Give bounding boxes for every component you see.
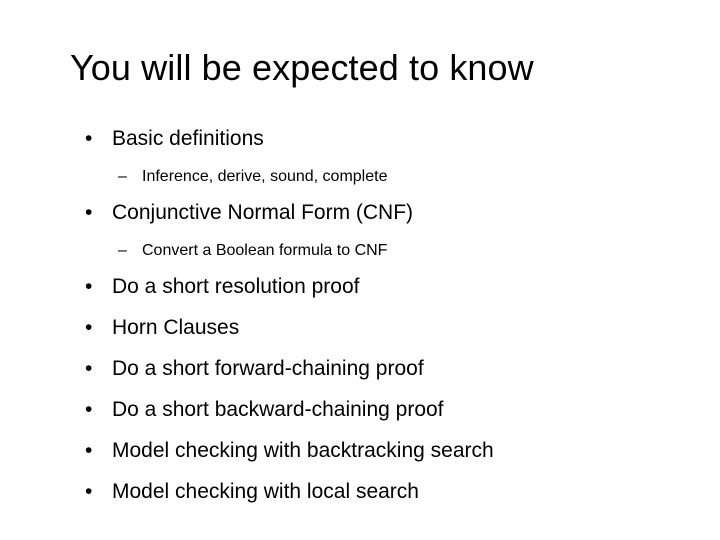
bullet-item: • Do a short resolution proof bbox=[0, 274, 720, 315]
bullet-item: • Do a short forward-chaining proof bbox=[0, 356, 720, 397]
bullet-dot-icon: • bbox=[85, 275, 93, 298]
bullet-dot-icon: • bbox=[85, 439, 93, 462]
slide-title: You will be expected to know bbox=[70, 47, 534, 88]
bullet-item: • Horn Clauses bbox=[0, 315, 720, 356]
bullet-dot-icon: • bbox=[85, 316, 93, 339]
sub-bullet-item: – Convert a Boolean formula to CNF bbox=[0, 241, 720, 274]
bullet-dot-icon: • bbox=[85, 357, 93, 380]
bullet-dot-icon: • bbox=[85, 201, 93, 224]
bullet-label: Conjunctive Normal Form (CNF) bbox=[112, 201, 414, 224]
bullet-item: • Model checking with backtracking searc… bbox=[0, 438, 720, 479]
slide-body-bullet-list: • Basic definitions – Inference, derive,… bbox=[0, 126, 720, 520]
slide-canvas: You will be expected to know • Basic def… bbox=[0, 0, 720, 540]
bullet-label: Do a short forward-chaining proof bbox=[112, 357, 424, 380]
bullet-dash-icon: – bbox=[118, 168, 127, 185]
bullet-label: Model checking with local search bbox=[112, 480, 419, 503]
sub-bullet-label: Inference, derive, sound, complete bbox=[142, 168, 388, 185]
bullet-item: • Conjunctive Normal Form (CNF) bbox=[0, 200, 720, 241]
bullet-label: Do a short resolution proof bbox=[112, 275, 360, 298]
bullet-dash-icon: – bbox=[118, 242, 127, 259]
bullet-item: • Model checking with local search bbox=[0, 479, 720, 520]
bullet-item: • Basic definitions bbox=[0, 126, 720, 167]
bullet-label: Model checking with backtracking search bbox=[112, 439, 494, 462]
sub-bullet-item: – Inference, derive, sound, complete bbox=[0, 167, 720, 200]
bullet-label: Horn Clauses bbox=[112, 316, 240, 339]
bullet-dot-icon: • bbox=[85, 480, 93, 503]
bullet-dot-icon: • bbox=[85, 398, 93, 421]
bullet-dot-icon: • bbox=[85, 127, 93, 150]
bullet-label: Basic definitions bbox=[112, 127, 264, 150]
bullet-label: Do a short backward-chaining proof bbox=[112, 398, 444, 421]
bullet-item: • Do a short backward-chaining proof bbox=[0, 397, 720, 438]
sub-bullet-label: Convert a Boolean formula to CNF bbox=[142, 242, 388, 259]
